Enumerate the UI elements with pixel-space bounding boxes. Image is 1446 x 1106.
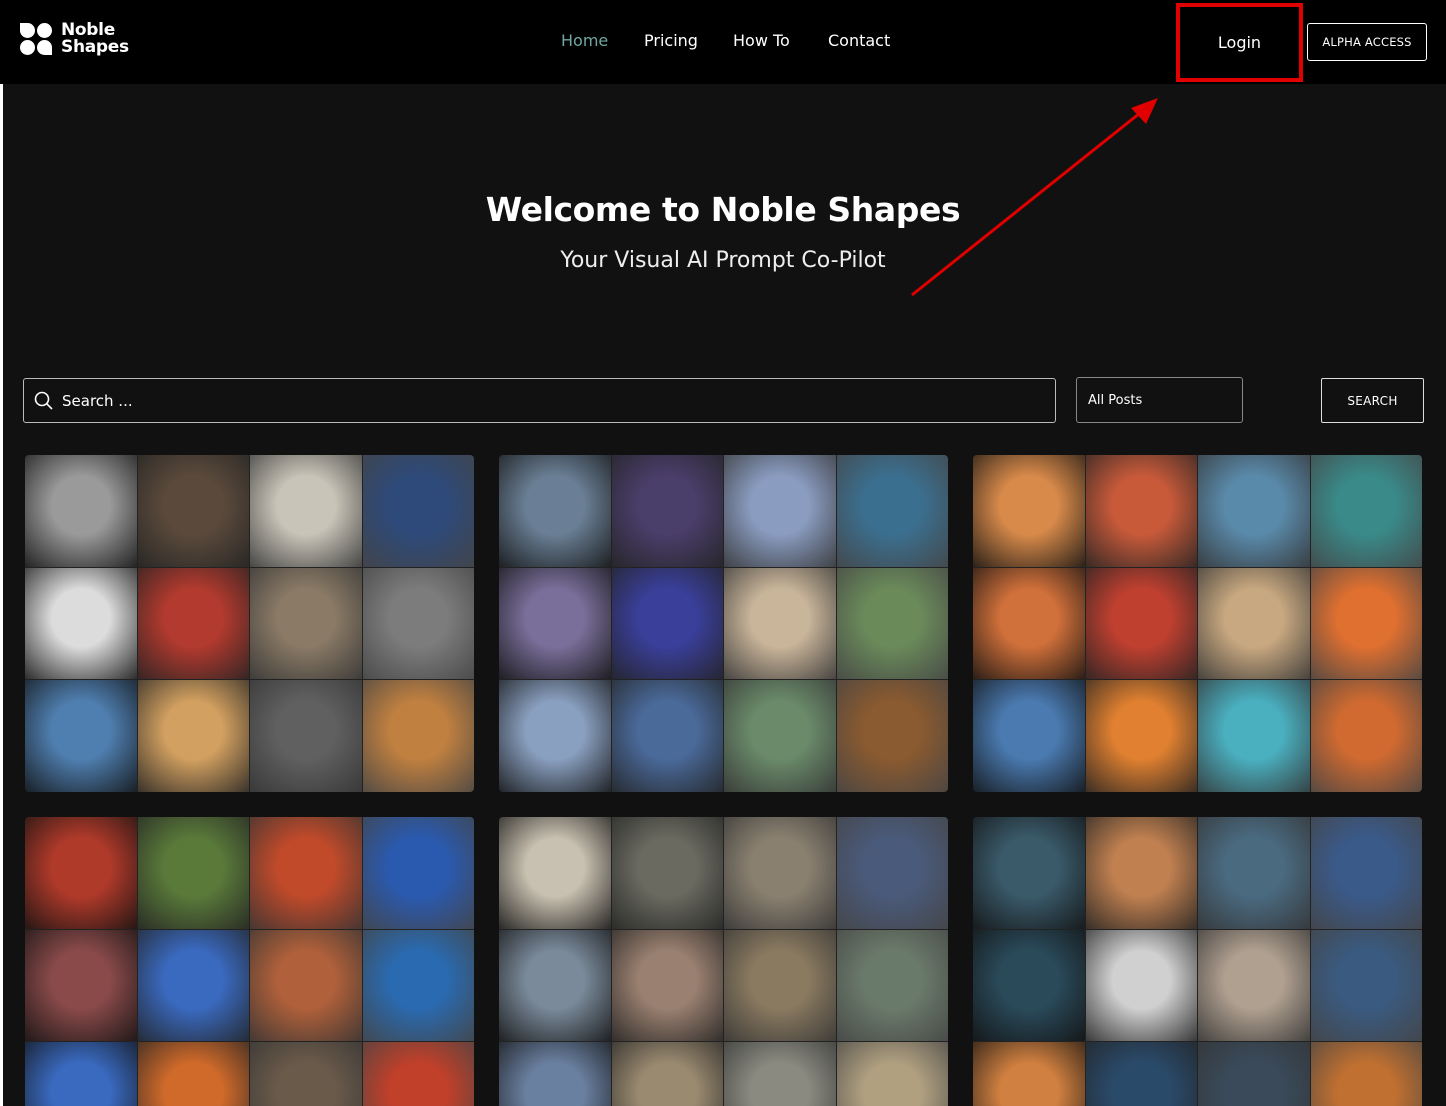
nav-how-to[interactable]: How To <box>733 31 790 50</box>
gallery-thumbnail <box>611 1042 723 1106</box>
gallery-thumbnail <box>836 1042 948 1106</box>
gallery-thumbnail <box>611 817 723 929</box>
gallery-thumbnail <box>836 929 948 1042</box>
gallery-thumbnail <box>1085 929 1197 1042</box>
gallery-thumbnail <box>836 817 948 929</box>
gallery-thumbnail <box>1198 817 1310 929</box>
gallery-thumbnail <box>1310 680 1422 792</box>
gallery-thumbnail <box>137 1042 249 1106</box>
gallery-thumbnail <box>25 929 137 1042</box>
top-navbar: Noble Shapes Home Pricing How To Contact… <box>0 0 1446 84</box>
gallery-thumbnail <box>1085 817 1197 929</box>
gallery-thumbnail <box>1198 680 1310 792</box>
gallery-thumbnail <box>25 817 137 929</box>
nav-contact[interactable]: Contact <box>828 31 890 50</box>
gallery-thumbnail <box>362 567 474 680</box>
gallery-thumbnail <box>836 455 948 567</box>
gallery-card[interactable] <box>973 817 1422 1106</box>
search-button[interactable]: SEARCH <box>1321 378 1424 423</box>
brand-logo[interactable]: Noble Shapes <box>20 22 129 56</box>
gallery-thumbnail <box>499 680 611 792</box>
search-icon <box>34 391 53 410</box>
gallery-thumbnail <box>137 929 249 1042</box>
gallery-thumbnail <box>724 680 836 792</box>
gallery-thumbnail <box>499 817 611 929</box>
gallery-thumbnail <box>1310 1042 1422 1106</box>
gallery-thumbnail <box>1085 680 1197 792</box>
gallery-thumbnail <box>25 680 137 792</box>
gallery-thumbnail <box>1198 455 1310 567</box>
gallery-thumbnail <box>499 929 611 1042</box>
search-input[interactable] <box>62 391 962 410</box>
gallery-thumbnail <box>1310 817 1422 929</box>
gallery-thumbnail <box>973 817 1085 929</box>
gallery-thumbnail <box>973 1042 1085 1106</box>
post-type-selected: All Posts <box>1088 392 1143 408</box>
gallery-thumbnail <box>250 455 362 567</box>
gallery-thumbnail <box>499 1042 611 1106</box>
hero-title: Welcome to Noble Shapes <box>485 190 961 229</box>
gallery-thumbnail <box>1198 929 1310 1042</box>
gallery-thumbnail <box>1198 1042 1310 1106</box>
gallery-thumbnail <box>724 455 836 567</box>
gallery-thumbnail <box>250 680 362 792</box>
gallery-thumbnail <box>362 455 474 567</box>
gallery-card[interactable] <box>973 455 1422 792</box>
gallery-thumbnail <box>250 567 362 680</box>
gallery-thumbnail <box>836 567 948 680</box>
gallery-thumbnail <box>250 817 362 929</box>
gallery-thumbnail <box>1310 929 1422 1042</box>
gallery-thumbnail <box>1310 567 1422 680</box>
gallery-thumbnail <box>362 680 474 792</box>
nav-home[interactable]: Home <box>561 31 608 50</box>
gallery-thumbnail <box>724 929 836 1042</box>
gallery-thumbnail <box>137 680 249 792</box>
gallery-card[interactable] <box>499 455 948 792</box>
gallery-card[interactable] <box>25 817 474 1106</box>
gallery-thumbnail <box>25 1042 137 1106</box>
gallery-thumbnail <box>362 929 474 1042</box>
logo-text: Noble Shapes <box>61 20 129 57</box>
gallery-thumbnail <box>836 680 948 792</box>
gallery-thumbnail <box>973 929 1085 1042</box>
gallery-thumbnail <box>973 567 1085 680</box>
gallery-thumbnail <box>137 455 249 567</box>
gallery-thumbnail <box>499 455 611 567</box>
gallery-thumbnail <box>250 929 362 1042</box>
gallery-thumbnail <box>25 567 137 680</box>
alpha-access-button[interactable]: ALPHA ACCESS <box>1307 23 1427 61</box>
gallery-thumbnail <box>724 567 836 680</box>
gallery-thumbnail <box>362 1042 474 1106</box>
nav-pricing[interactable]: Pricing <box>644 31 698 50</box>
hero-subtitle: Your Visual AI Prompt Co-Pilot <box>560 248 886 273</box>
gallery-thumbnail <box>611 680 723 792</box>
gallery-thumbnail <box>499 567 611 680</box>
gallery-thumbnail <box>611 567 723 680</box>
login-button[interactable]: Login <box>1176 3 1303 82</box>
gallery-thumbnail <box>1085 1042 1197 1106</box>
gallery-thumbnail <box>1085 455 1197 567</box>
gallery-thumbnail <box>611 455 723 567</box>
gallery-thumbnail <box>973 680 1085 792</box>
gallery-thumbnail <box>724 817 836 929</box>
gallery-thumbnail <box>362 817 474 929</box>
gallery-thumbnail <box>1198 567 1310 680</box>
search-field[interactable] <box>23 378 1056 423</box>
gallery-thumbnail <box>611 929 723 1042</box>
gallery-thumbnail <box>137 817 249 929</box>
gallery-card[interactable] <box>25 455 474 792</box>
gallery-thumbnail <box>1085 567 1197 680</box>
gallery-thumbnail <box>724 1042 836 1106</box>
gallery-thumbnail <box>973 455 1085 567</box>
gallery-thumbnail <box>137 567 249 680</box>
gallery-thumbnail <box>250 1042 362 1106</box>
gallery-thumbnail <box>25 455 137 567</box>
post-type-select[interactable]: All Posts <box>1076 377 1243 423</box>
gallery-card[interactable] <box>499 817 948 1106</box>
logo-mark-icon <box>20 23 52 55</box>
gallery-thumbnail <box>1310 455 1422 567</box>
